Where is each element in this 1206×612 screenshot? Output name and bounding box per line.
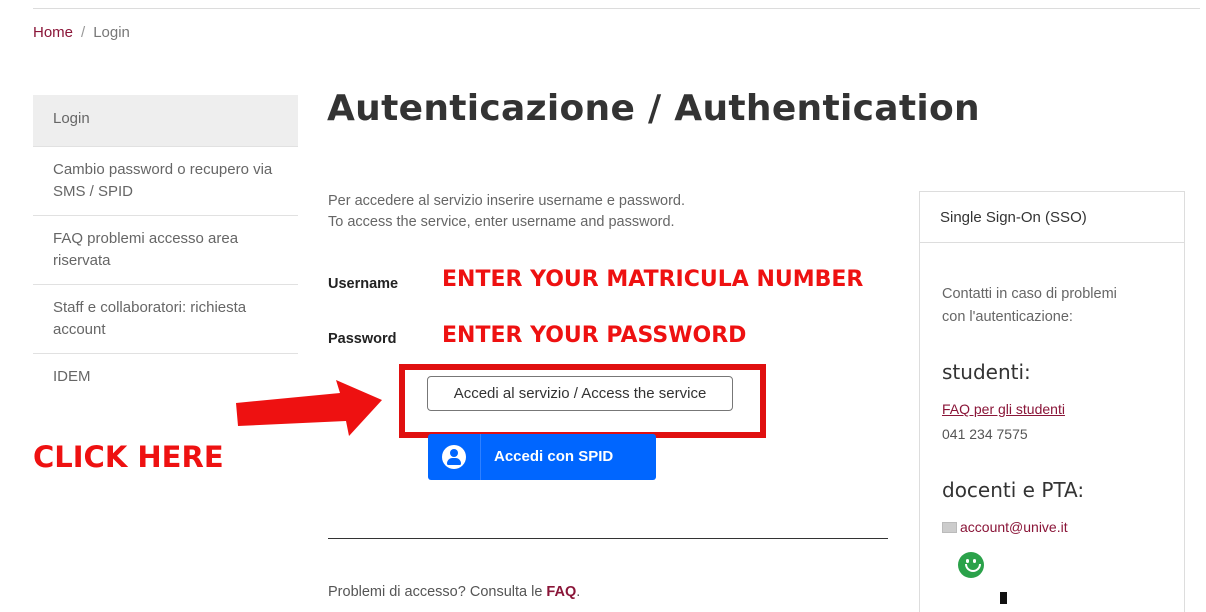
spid-button-label: Accedi con SPID (494, 448, 614, 465)
staff-heading: docenti e PTA: (942, 478, 1085, 502)
password-label: Password (328, 331, 397, 347)
breadcrumb-separator: / (81, 24, 86, 41)
intro-italian: Per accedere al servizio inserire userna… (328, 193, 686, 209)
spid-divider (480, 434, 481, 480)
breadcrumb-current: Login (93, 24, 130, 41)
sso-title: Single Sign-On (SSO) (920, 192, 1184, 243)
sidebar-item-login[interactable]: Login (33, 95, 298, 147)
staff-email-link[interactable]: account@unive.it (960, 519, 1068, 535)
sidebar-item-staff-account[interactable]: Staff e collaboratori: richiesta account (33, 285, 298, 354)
spid-login-button[interactable]: Accedi con SPID (428, 434, 656, 480)
intro-text: Per accedere al servizio inserire userna… (328, 191, 685, 233)
sidebar-item-password-change[interactable]: Cambio password o recupero via SMS / SPI… (33, 147, 298, 216)
intro-english: To access the service, enter username an… (328, 214, 675, 230)
problems-period: . (576, 584, 581, 600)
spid-user-icon (442, 445, 466, 469)
click-here-annotation: CLICK HERE (33, 440, 224, 474)
logo-fragment (1000, 592, 1007, 604)
contact-line-2: con l'autenticazione: (942, 309, 1073, 325)
breadcrumb: Home / Login (33, 24, 130, 41)
sso-panel: Single Sign-On (SSO) Contatti in caso di… (919, 191, 1185, 612)
password-annotation: ENTER YOUR PASSWORD (442, 323, 747, 348)
faq-link[interactable]: FAQ (546, 584, 576, 600)
students-phone: 041 234 7575 (942, 426, 1028, 442)
problems-text: Problemi di accesso? Consulta le FAQ. (328, 584, 580, 600)
sidebar-item-faq[interactable]: FAQ problemi accesso area riservata (33, 216, 298, 285)
page-title: Autenticazione / Authentication (327, 88, 980, 129)
sidebar-nav: Login Cambio password o recupero via SMS… (33, 95, 298, 400)
students-faq-link[interactable]: FAQ per gli studenti (942, 401, 1065, 417)
contact-line-1: Contatti in caso di problemi (942, 286, 1117, 302)
staff-email-row: account@unive.it (942, 519, 1068, 535)
red-arrow-icon (236, 380, 382, 436)
smiley-logo-icon (958, 552, 984, 578)
access-service-button[interactable]: Accedi al servizio / Access the service (427, 376, 733, 411)
username-annotation: ENTER YOUR MATRICULA NUMBER (442, 267, 864, 292)
username-label: Username (328, 276, 399, 292)
content-divider (328, 538, 888, 539)
students-heading: studenti: (942, 360, 1031, 384)
breadcrumb-home[interactable]: Home (33, 24, 73, 41)
mail-icon (942, 521, 957, 533)
problems-prefix: Problemi di accesso? Consulta le (328, 584, 543, 600)
top-divider (33, 8, 1200, 9)
